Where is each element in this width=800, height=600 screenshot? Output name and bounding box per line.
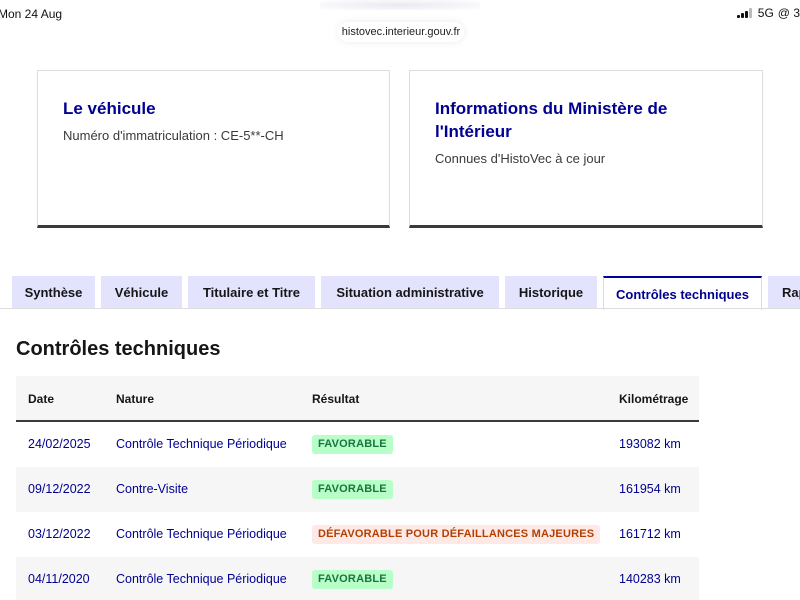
tab-situation-administrative[interactable]: Situation administrative	[321, 276, 499, 309]
result-badge: FAVORABLE	[312, 480, 393, 499]
section-title: Contrôles techniques	[16, 338, 221, 360]
header-result: Résultat	[312, 392, 360, 406]
table-row: 04/11/2020 Contrôle Technique Périodique…	[16, 557, 699, 600]
result-badge: FAVORABLE	[312, 435, 393, 454]
row-nature: Contrôle Technique Périodique	[116, 572, 287, 586]
row-date: 09/12/2022	[28, 482, 91, 496]
row-nature: Contrôle Technique Périodique	[116, 527, 287, 541]
row-date: 24/02/2025	[28, 437, 91, 451]
table-row: 03/12/2022 Contrôle Technique Périodique…	[16, 512, 699, 557]
header-nature: Nature	[116, 392, 155, 406]
status-indicators: 5G @ 3	[736, 6, 800, 20]
row-date: 03/12/2022	[28, 527, 91, 541]
url-bar[interactable]: histovec.interieur.gouv.fr	[338, 22, 464, 42]
tab-historique[interactable]: Historique	[505, 276, 597, 309]
status-partial: @ 3	[777, 6, 800, 20]
network-label: 5G	[757, 6, 774, 20]
signal-icon	[736, 8, 752, 18]
row-mileage: 193082 km	[619, 437, 681, 451]
row-mileage: 161954 km	[619, 482, 681, 496]
top-shadow	[320, 0, 480, 10]
table-row: 09/12/2022 Contre-Visite FAVORABLE 16195…	[16, 467, 699, 512]
table-header: Date Nature Résultat Kilométrage	[16, 376, 699, 422]
tab-synthese[interactable]: Synthèse	[12, 276, 95, 309]
row-mileage: 161712 km	[619, 527, 681, 541]
ministry-card-text: Connues d'HistoVec à ce jour	[435, 151, 606, 166]
tab-panel-border	[0, 308, 800, 309]
row-mileage: 140283 km	[619, 572, 681, 586]
vehicle-card: Le véhicule Numéro d'immatriculation : C…	[37, 70, 390, 228]
header-mileage: Kilométrage	[619, 392, 689, 406]
tab-rapport[interactable]: Rap	[768, 276, 800, 309]
ministry-card-title: Informations du Ministère de l'Intérieur	[435, 99, 668, 141]
row-nature: Contrôle Technique Périodique	[116, 437, 287, 451]
tab-titulaire[interactable]: Titulaire et Titre	[188, 276, 315, 309]
vehicle-card-title: Le véhicule	[63, 99, 156, 118]
tab-vehicule[interactable]: Véhicule	[101, 276, 182, 309]
row-nature: Contre-Visite	[116, 482, 189, 496]
registration-number: Numéro d'immatriculation : CE-5**-CH	[63, 128, 284, 143]
tab-list: Synthèse Véhicule Titulaire et Titre Sit…	[0, 276, 800, 310]
result-badge: DÉFAVORABLE POUR DÉFAILLANCES MAJEURES	[312, 525, 601, 544]
tab-controles-techniques[interactable]: Contrôles techniques	[603, 276, 762, 310]
status-date: Mon 24 Aug	[0, 7, 63, 21]
table-row: 24/02/2025 Contrôle Technique Périodique…	[16, 422, 699, 467]
technical-inspections-table: Date Nature Résultat Kilométrage 24/02/2…	[16, 376, 699, 600]
result-badge: FAVORABLE	[312, 570, 393, 589]
row-date: 04/11/2020	[28, 572, 90, 586]
header-date: Date	[28, 392, 55, 406]
ministry-card: Informations du Ministère de l'Intérieur…	[409, 70, 763, 228]
